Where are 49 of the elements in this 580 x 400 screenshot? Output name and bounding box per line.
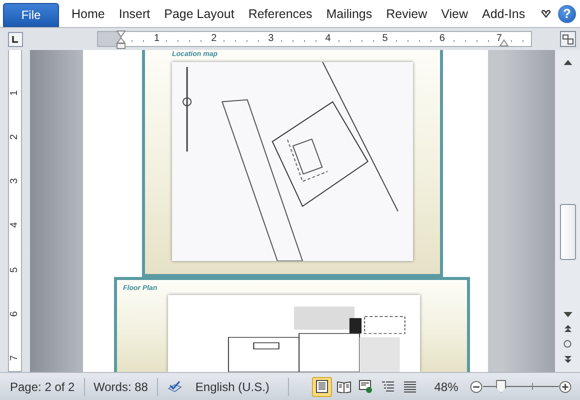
ribbon-tab[interactable]: References bbox=[242, 6, 319, 20]
ruler-number: 6 bbox=[10, 311, 20, 317]
ribbon-tab[interactable]: Home bbox=[65, 6, 112, 20]
view-ruler-icon[interactable] bbox=[560, 31, 576, 47]
zoom-level[interactable]: 48% bbox=[434, 380, 458, 394]
previous-page-icon[interactable] bbox=[564, 325, 572, 332]
zoom-in-icon[interactable] bbox=[559, 378, 572, 394]
ribbon-tab[interactable]: View bbox=[434, 6, 474, 20]
vertical-scrollbar[interactable] bbox=[555, 50, 580, 372]
outline-icon bbox=[381, 380, 396, 393]
print-layout-icon bbox=[315, 380, 330, 393]
indent-marker-icon[interactable] bbox=[116, 30, 126, 50]
zoom-slider-thumb[interactable] bbox=[496, 380, 506, 392]
ribbon-tab[interactable]: Page Layout bbox=[158, 6, 241, 20]
language-indicator[interactable]: English (U.S.) bbox=[195, 380, 270, 394]
tab-stop-icon[interactable] bbox=[8, 32, 22, 46]
right-indent-marker-icon[interactable] bbox=[499, 39, 509, 47]
ruler-number: 4 bbox=[324, 34, 332, 44]
zoom-slider[interactable] bbox=[482, 378, 560, 394]
ruler-number: 3 bbox=[10, 178, 20, 184]
scroll-up-icon[interactable] bbox=[562, 60, 572, 66]
ribbon-collapse-icon[interactable] bbox=[540, 8, 552, 18]
ruler-number: 4 bbox=[10, 222, 20, 228]
reading-icon bbox=[337, 380, 352, 393]
ribbon-tab[interactable]: Insert bbox=[112, 6, 157, 20]
ruler-number: 7 bbox=[10, 355, 20, 361]
browse-object-icon[interactable] bbox=[563, 340, 572, 348]
word-count[interactable]: Words: 88 bbox=[94, 380, 148, 394]
scroll-down-icon[interactable] bbox=[562, 312, 572, 318]
ruler-number: 2 bbox=[210, 34, 218, 44]
scroll-thumb[interactable] bbox=[560, 204, 576, 260]
ruler-number: 2 bbox=[10, 134, 20, 140]
ribbon-tab[interactable]: Review bbox=[380, 6, 434, 20]
next-page-icon[interactable] bbox=[564, 356, 572, 364]
ruler-number: 5 bbox=[381, 34, 389, 44]
ribbon-tab[interactable]: Mailings bbox=[320, 6, 379, 20]
ruler-number: 1 bbox=[153, 34, 161, 44]
ruler-number: 1 bbox=[10, 90, 20, 96]
ruler-number: 5 bbox=[10, 266, 20, 272]
ribbon-tab[interactable]: Add-Ins bbox=[475, 6, 532, 20]
proofing-icon[interactable] bbox=[166, 378, 182, 394]
print-layout-view-button[interactable] bbox=[312, 376, 332, 396]
page-count[interactable]: Page: 2 of 2 bbox=[10, 380, 75, 394]
ruler-number: 6 bbox=[438, 34, 446, 44]
web-icon bbox=[359, 380, 374, 393]
draft-icon bbox=[403, 380, 418, 393]
zoom-out-icon[interactable] bbox=[470, 378, 483, 394]
file-tab[interactable]: File bbox=[3, 3, 59, 27]
ruler-number: 3 bbox=[267, 34, 275, 44]
